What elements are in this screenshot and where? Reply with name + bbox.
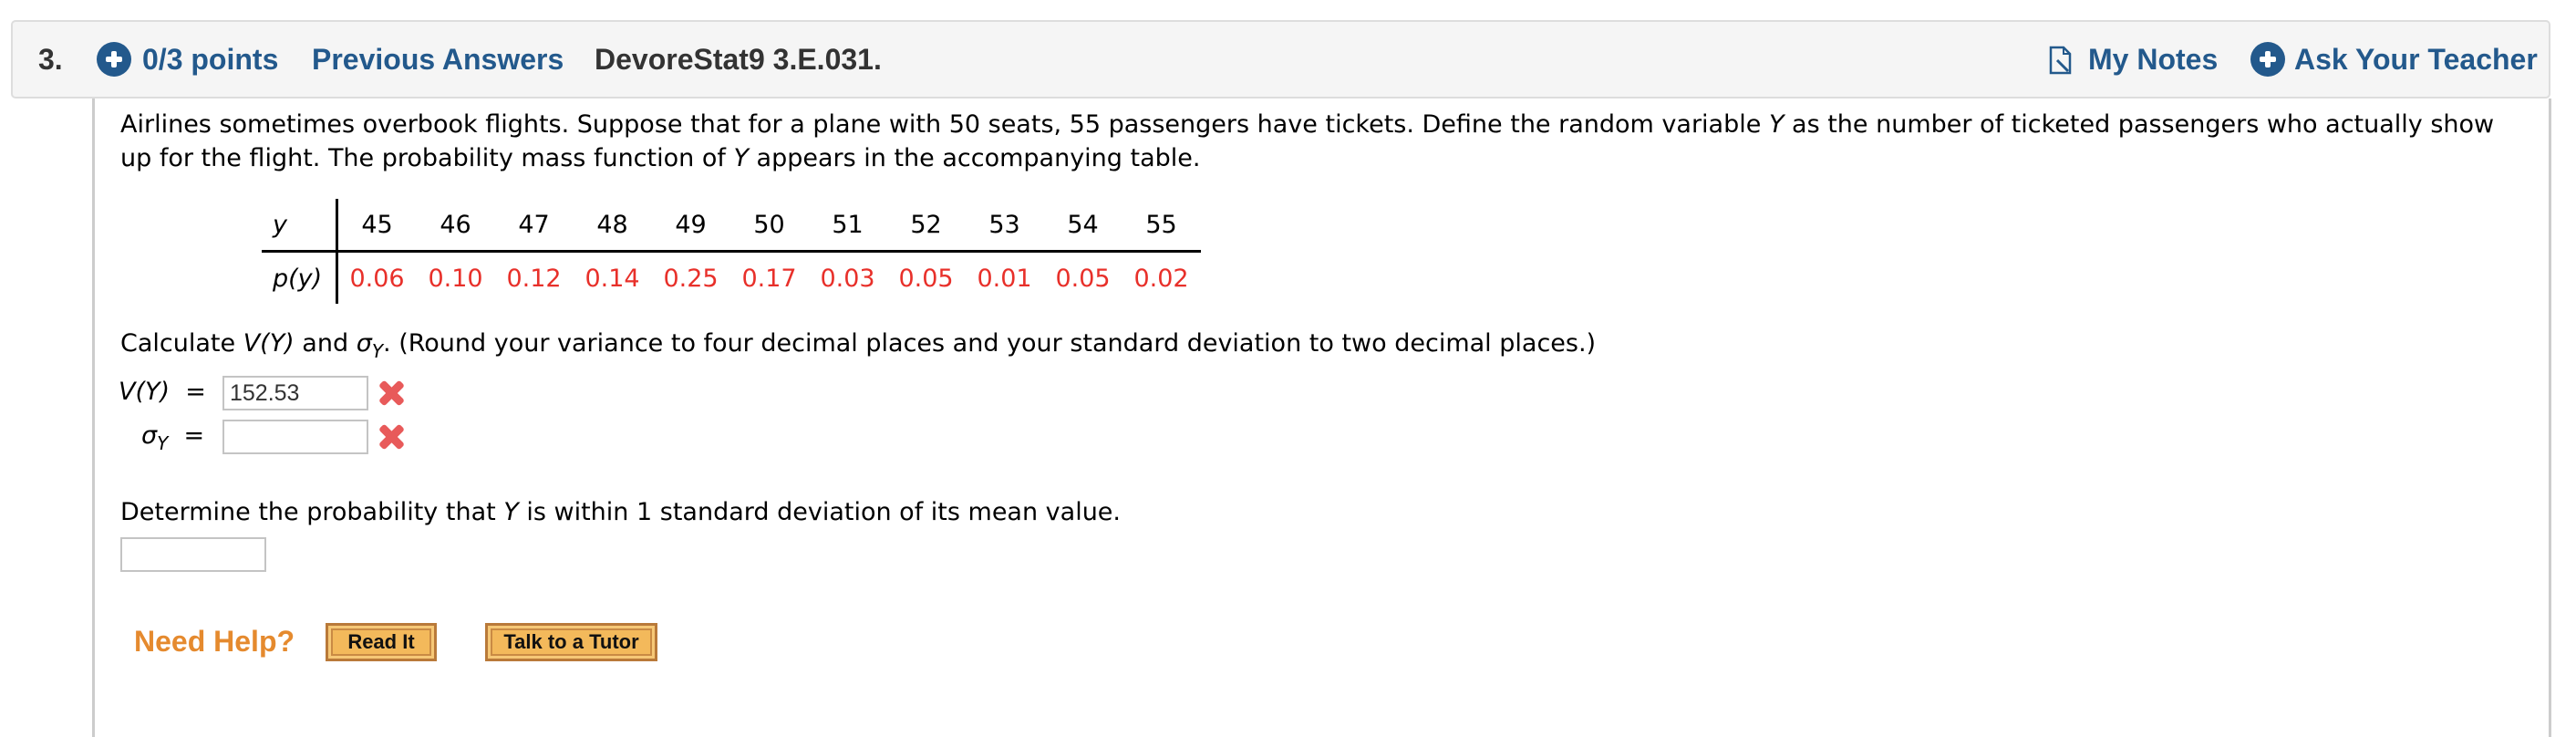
p-value-cell: 0.05 (1055, 264, 1111, 293)
calc-instructions: Calculate V(Y) and σY. (Round your varia… (120, 327, 1596, 368)
p-value-cell: 0.10 (428, 264, 483, 293)
variance-label: V(Y) = (119, 375, 206, 410)
y-value-cell: 45 (336, 199, 417, 253)
p-value-cell: 0.02 (1133, 264, 1189, 293)
need-help-label: Need Help? (134, 625, 295, 658)
sd-subscript: Y (157, 432, 169, 454)
pmf-table: y 45 46 47 48 49 50 51 52 53 54 55 p(y) 0.06 0.10 0.… (262, 199, 1201, 304)
points-link[interactable]: 0/3 points (142, 22, 278, 97)
determine-part1: Determine the probability that (120, 498, 504, 526)
read-it-button[interactable]: Read It (326, 623, 437, 661)
intro-text-3: appears in the accompanying table. (748, 144, 1201, 172)
y-value-cell: 53 (965, 199, 1044, 253)
variance-input[interactable] (222, 376, 368, 410)
question-number: 3. (38, 43, 63, 76)
y-value-cell: 48 (573, 199, 652, 253)
calc-prefix: Calculate (120, 329, 243, 358)
probability-input[interactable] (120, 537, 266, 572)
p-value-cell: 0.17 (741, 264, 797, 293)
previous-answers-link[interactable]: Previous Answers (312, 22, 564, 97)
sigma-symbol: σ (356, 329, 372, 358)
question-body (92, 99, 2551, 737)
determine-part2: is within 1 standard deviation of its me… (518, 498, 1122, 526)
p-value-cell: 0.06 (349, 264, 405, 293)
equals-sign: = (183, 421, 205, 450)
intro-text-1: Airlines sometimes overbook flights. Sup… (120, 110, 1769, 139)
points-plus-icon[interactable] (97, 42, 131, 77)
var-y: Y (503, 498, 519, 526)
sd-sigma: σ (141, 421, 158, 450)
y-value-cell: 47 (494, 199, 574, 253)
talk-to-tutor-button[interactable]: Talk to a Tutor (485, 623, 657, 661)
row-label-p: p(y) (262, 251, 338, 304)
p-value-cell: 0.12 (506, 264, 562, 293)
sd-label: σY = (141, 419, 204, 461)
y-value-cell: 52 (886, 199, 966, 253)
calc-and: and (294, 329, 357, 358)
ask-teacher-link[interactable]: Ask Your Teacher (2294, 22, 2538, 97)
question-title: DevoreStat9 3.E.031. (595, 43, 882, 76)
y-value-cell: 50 (729, 199, 809, 253)
question-header: 3. 0/3 points Previous Answers DevoreSta… (11, 20, 2550, 99)
incorrect-x-icon (378, 379, 405, 407)
sd-input[interactable] (222, 420, 368, 454)
y-value-cell: 54 (1043, 199, 1122, 253)
p-value-cell: 0.05 (898, 264, 954, 293)
question-text: Airlines sometimes overbook flights. Sup… (120, 108, 2528, 175)
var-y: Y (1768, 110, 1785, 139)
calc-suffix: . (Round your variance to four decimal p… (383, 329, 1597, 358)
y-value-cell: 49 (651, 199, 730, 253)
row-label-y: y (262, 199, 338, 253)
p-value-cell: 0.14 (585, 264, 640, 293)
equals-sign: = (185, 378, 206, 406)
vy-symbol: V(Y) (243, 329, 295, 358)
var-y: Y (733, 144, 749, 172)
sigma-subscript: Y (371, 340, 384, 362)
notes-icon[interactable] (2048, 46, 2074, 75)
p-value-cell: 0.25 (663, 264, 719, 293)
determine-text: Determine the probability that Y is with… (120, 495, 1121, 529)
variance-label-text: V(Y) (119, 378, 171, 406)
my-notes-link[interactable]: My Notes (2088, 22, 2218, 97)
y-value-cell: 55 (1122, 199, 1201, 253)
p-value-cell: 0.01 (977, 264, 1032, 293)
p-value-cell: 0.03 (820, 264, 875, 293)
incorrect-x-icon (378, 423, 405, 451)
y-value-cell: 46 (416, 199, 495, 253)
ask-teacher-plus-icon[interactable] (2250, 42, 2285, 77)
y-value-cell: 51 (808, 199, 887, 253)
